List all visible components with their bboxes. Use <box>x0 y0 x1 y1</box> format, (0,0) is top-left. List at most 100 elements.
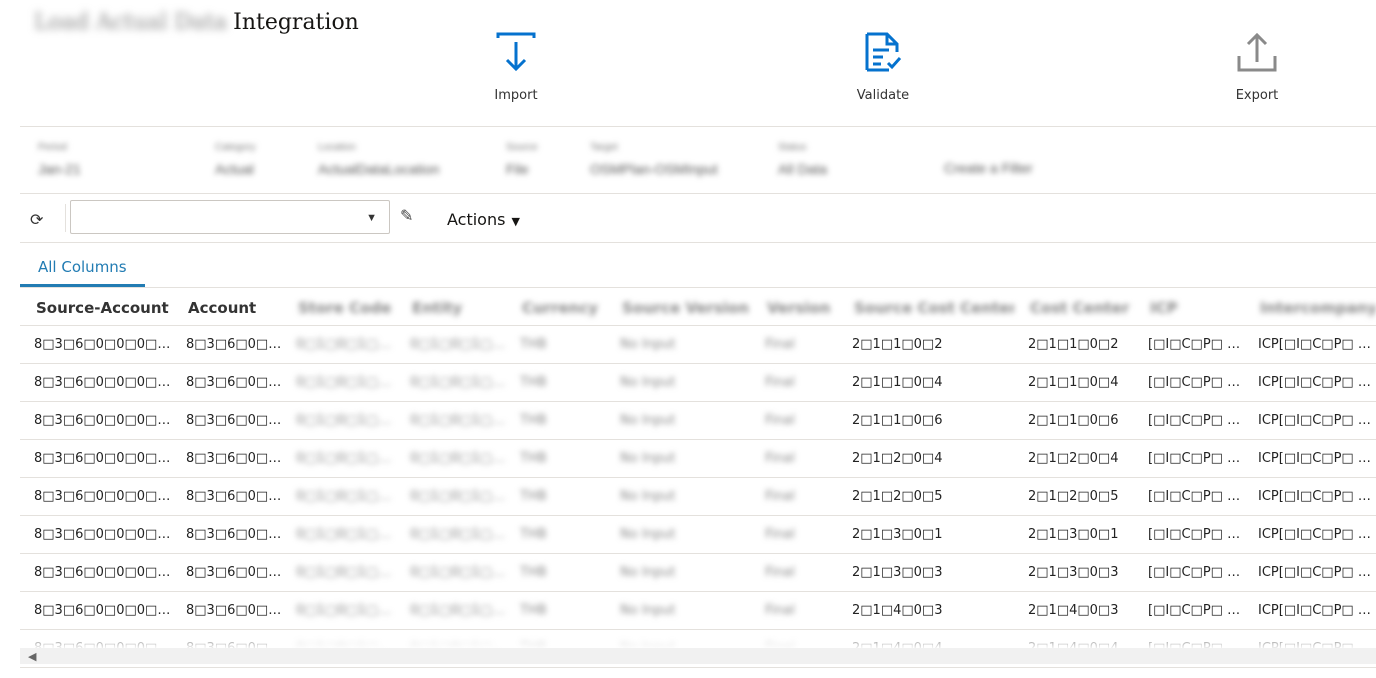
table-row[interactable]: 8□3□6□0□0□0□5□08□3□6□0□0...0□1□0□1□6...0… <box>20 325 1376 364</box>
column-header[interactable]: Entity <box>396 292 506 326</box>
data-table: Source-Account Account Store Code Entity Cur… <box>20 292 1376 668</box>
table-row[interactable]: 8□3□6□0□0□0□5□08□3□6□0□0...0□1□0□1□6...0… <box>20 477 1376 516</box>
table-cell: 2□1□4□0□3 <box>1014 591 1134 630</box>
actions-menu-button[interactable]: Actions ▼ <box>447 210 520 229</box>
page-title-text: Integration <box>233 10 359 35</box>
table-cell: 8□3□6□0□0... <box>172 591 282 630</box>
table-cell: [□I□C□P□ □... <box>1134 325 1244 364</box>
table-cell: THB <box>506 401 606 440</box>
table-cell: THB <box>506 439 606 478</box>
filter-target[interactable]: Target OSMPlan-OSMInput <box>590 142 718 177</box>
table-cell: 2□1□2□0□5 <box>1014 477 1134 516</box>
table-cell: 8□3□6□0□0□0□5□0 <box>20 591 172 630</box>
table-cell: ICP[□I□C□P□ □... <box>1244 363 1376 402</box>
table-cell: 8□3□6□0□0... <box>172 439 282 478</box>
table-row[interactable]: 8□3□6□0□0□0□5□08□3□6□0□0...0□1□0□1□6...0… <box>20 515 1376 554</box>
table-cell: [□I□C□P□ □... <box>1134 439 1244 478</box>
table-row[interactable]: 8□3□6□0□0□0□5□08□3□6□0□0...0□1□0□1□6...0… <box>20 439 1376 478</box>
table-row[interactable]: 8□3□6□0□0□0□5□08□3□6□0□0...0□1□0□1□6...0… <box>20 401 1376 440</box>
column-header[interactable]: ICP <box>1134 292 1244 326</box>
import-button[interactable]: Import <box>471 30 561 103</box>
table-cell: 0□1□0□1□0... <box>396 591 506 630</box>
table-header-row: Source-Account Account Store Code Entity Cur… <box>20 292 1376 326</box>
create-filter-link[interactable]: Create a Filter <box>944 152 1033 176</box>
table-cell: 0□1□0□1□0... <box>396 363 506 402</box>
table-cell: 2□1□3□0□1 <box>1014 515 1134 554</box>
table-cell: 0□1□0□1□0... <box>396 439 506 478</box>
refresh-icon[interactable]: ⟳ <box>30 210 43 230</box>
divider <box>20 126 1376 127</box>
table-cell: 8□3□6□0□0... <box>172 363 282 402</box>
page-title: Load Actual Data Integration <box>34 10 359 35</box>
table-cell: 0□1□0□1□6... <box>282 591 396 630</box>
table-cell: 0□1□0□1□0... <box>396 325 506 364</box>
table-cell: 0□1□0□1□6... <box>282 401 396 440</box>
table-cell: Final <box>751 325 838 364</box>
filter-bar: Period Jan-21 Category Actual Location Actu… <box>30 142 1080 192</box>
column-header[interactable]: Version <box>751 292 838 326</box>
tab-all-columns[interactable]: All Columns <box>20 244 145 287</box>
table-row[interactable]: 8□3□6□0□0□0□5□08□3□6□0□0...0□1□0□1□6...0… <box>20 363 1376 402</box>
table-row[interactable]: 8□3□6□0□0□0□5□08□3□6□0□0...0□1□0□1□6...0… <box>20 591 1376 630</box>
column-header[interactable]: Source-Account <box>20 292 172 326</box>
filter-status[interactable]: Status All Data <box>778 142 827 177</box>
column-header[interactable]: Currency <box>506 292 606 326</box>
view-select[interactable]: ▼ <box>70 200 390 234</box>
chevron-down-icon: ▼ <box>366 212 377 224</box>
validate-button[interactable]: Validate <box>838 30 928 103</box>
table-cell: 0□1□0□1□0... <box>396 401 506 440</box>
filter-category[interactable]: Category Actual <box>215 142 256 177</box>
column-header[interactable]: Account <box>172 292 282 326</box>
column-header[interactable]: Source Version <box>606 292 751 326</box>
table-cell: 0□1□0□1□0... <box>396 477 506 516</box>
edit-icon[interactable]: ✎ <box>400 206 413 226</box>
scroll-left-icon[interactable]: ◀ <box>28 650 36 663</box>
table-row[interactable]: 8□3□6□0□0□0□5□08□3□6□0□0...0□1□0□1□6...0… <box>20 553 1376 592</box>
table-cell: ICP[□I□C□P□ □... <box>1244 477 1376 516</box>
table-cell: THB <box>506 477 606 516</box>
table-cell: 2□1□1□0□6 <box>1014 401 1134 440</box>
table-cell: No Input <box>606 591 751 630</box>
table-cell: Final <box>751 477 838 516</box>
table-cell: 8□3□6□0□0... <box>172 401 282 440</box>
horizontal-scrollbar[interactable]: ◀ <box>20 648 1376 664</box>
table-cell: 2□1□3□0□3 <box>1014 553 1134 592</box>
table-cell: No Input <box>606 477 751 516</box>
filter-period[interactable]: Period Jan-21 <box>38 142 81 177</box>
table-cell: [□I□C□P□ □... <box>1134 363 1244 402</box>
table-cell: 8□3□6□0□0... <box>172 515 282 554</box>
table-cell: 0□1□0□1□6... <box>282 553 396 592</box>
table-cell: 2□1□1□0□2 <box>838 325 1014 364</box>
table-cell: 8□3□6□0□0□0□5□0 <box>20 363 172 402</box>
validate-label: Validate <box>856 88 910 103</box>
export-label: Export <box>1235 88 1279 103</box>
filter-source[interactable]: Source File <box>506 142 538 177</box>
export-button[interactable]: Export <box>1212 30 1302 103</box>
table-cell: 8□3□6□0□0□0□5□0 <box>20 401 172 440</box>
column-header[interactable]: Source Cost Center <box>838 292 1014 326</box>
import-label: Import <box>494 88 538 103</box>
table-cell: No Input <box>606 401 751 440</box>
table-cell: ICP[□I□C□P□ □... <box>1244 515 1376 554</box>
table-cell: 2□1□1□0□6 <box>838 401 1014 440</box>
table-cell: 2□1□4□0□3 <box>838 591 1014 630</box>
table-cell: THB <box>506 553 606 592</box>
column-header[interactable]: Intercompany <box>1244 292 1376 326</box>
table-cell: 0□1□0□1□6... <box>282 477 396 516</box>
table-cell: 0□1□0□1□0... <box>396 515 506 554</box>
table-cell: THB <box>506 363 606 402</box>
table-cell: [□I□C□P□ □... <box>1134 553 1244 592</box>
table-cell: 0□1□0□1□6... <box>282 515 396 554</box>
filter-location[interactable]: Location ActualDataLocation <box>318 142 439 177</box>
divider <box>20 193 1376 194</box>
table-cell: ICP[□I□C□P□ □... <box>1244 591 1376 630</box>
column-header[interactable]: Store Code <box>282 292 396 326</box>
table-cell: Final <box>751 515 838 554</box>
toolbar-separator <box>65 204 66 232</box>
table-cell: 0□1□0□1□6... <box>282 325 396 364</box>
divider <box>20 287 1376 288</box>
table-cell: ICP[□I□C□P□ □... <box>1244 401 1376 440</box>
table-body: 8□3□6□0□0□0□5□0 8□3□6□0□0... 0□1□0□1□6... 0… <box>20 325 1376 668</box>
table-toolbar: ⟳ ▼ ✎ Actions ▼ <box>20 196 1376 242</box>
column-header[interactable]: Cost Center <box>1014 292 1134 326</box>
